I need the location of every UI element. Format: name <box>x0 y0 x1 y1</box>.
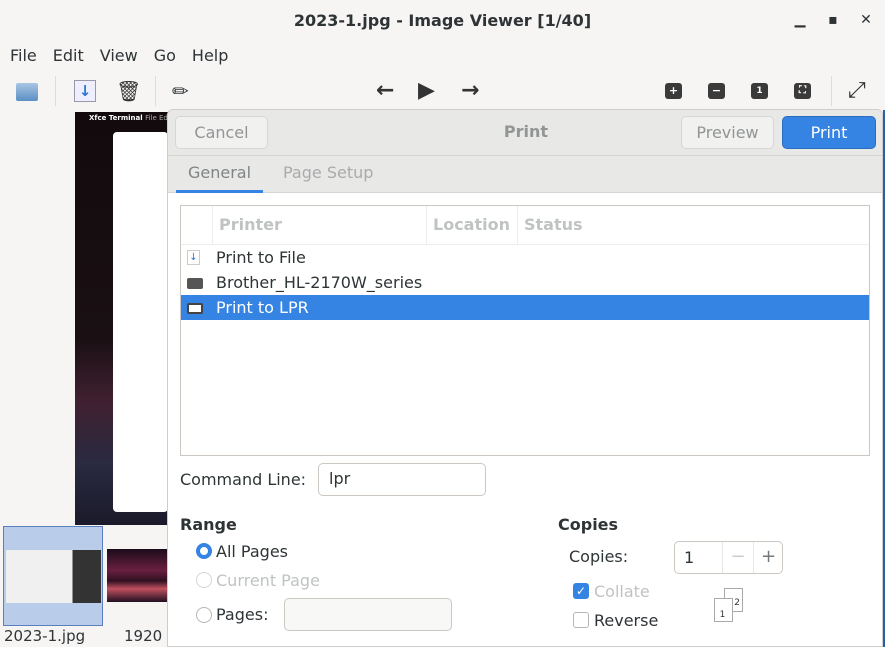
edit-pencil-icon[interactable]: ✏ <box>172 80 194 102</box>
decrement-button[interactable]: − <box>722 542 753 573</box>
printer-list: Printer Location Status ↓ Print to File … <box>180 205 870 456</box>
menu-file[interactable]: File <box>10 40 37 72</box>
copies-label: Copies: <box>569 547 629 566</box>
command-line-input[interactable]: lpr <box>318 463 486 496</box>
reverse-label: Reverse <box>594 611 659 630</box>
tab-page-setup[interactable]: Page Setup <box>271 156 385 193</box>
menubar: File Edit View Go Help <box>0 40 885 72</box>
printer-list-header: Printer Location Status <box>181 206 869 245</box>
arrow-left-icon[interactable]: ← <box>376 80 398 102</box>
print-button[interactable]: Print <box>782 116 876 149</box>
window-title: 2023-1.jpg - Image Viewer [1/40] <box>293 11 592 30</box>
close-button[interactable]: ✕ <box>858 12 874 28</box>
thumbnail-strip: 2023-1.jpg 1920 <box>0 525 168 647</box>
menu-go[interactable]: Go <box>154 40 176 72</box>
current-page-radio[interactable] <box>196 572 212 588</box>
column-status[interactable]: Status <box>517 206 869 244</box>
current-page-label: Current Page <box>216 571 320 590</box>
menu-view[interactable]: View <box>100 40 138 72</box>
pages-label: Pages: <box>216 605 269 624</box>
thumbnail[interactable] <box>107 549 168 602</box>
print-dialog: Cancel Print Preview Print General Page … <box>167 109 883 647</box>
collate-checkbox[interactable]: ✓ <box>573 583 589 599</box>
save-icon[interactable]: ↓ <box>74 80 96 102</box>
maximize-button[interactable]: ▪ <box>825 12 841 28</box>
printer-icon <box>187 278 203 289</box>
file-download-icon: ↓ <box>187 250 200 265</box>
folder-open-icon[interactable] <box>16 83 38 101</box>
thumbnail-label: 2023-1.jpg <box>4 627 86 645</box>
zoom-in-icon[interactable]: + <box>665 83 682 99</box>
printer-row[interactable]: Brother_HL-2170W_series <box>181 270 869 295</box>
copies-heading: Copies <box>558 515 619 534</box>
printer-row[interactable]: ↓ Print to File <box>181 245 869 270</box>
arrow-right-icon[interactable]: → <box>461 80 483 102</box>
copies-value[interactable]: 1 <box>684 542 694 573</box>
pages-radio[interactable] <box>196 607 212 623</box>
copies-spinner[interactable]: 1 − + <box>674 541 783 574</box>
pages-input[interactable] <box>284 598 452 631</box>
zoom-fit-icon[interactable]: ⛶ <box>794 83 811 99</box>
all-pages-radio[interactable] <box>196 543 212 559</box>
menu-help[interactable]: Help <box>192 40 228 72</box>
tab-general[interactable]: General <box>176 156 264 193</box>
tab-bar: General Page Setup <box>168 156 882 193</box>
column-printer[interactable]: Printer <box>212 206 426 244</box>
printer-icon <box>187 303 203 314</box>
all-pages-label: All Pages <box>216 542 288 561</box>
dialog-header: Cancel Print Preview Print <box>168 110 882 156</box>
image-preview: Xfce Terminal File Ed <box>75 112 168 525</box>
preview-button[interactable]: Preview <box>681 116 774 149</box>
range-heading: Range <box>180 515 237 534</box>
preview-browser-window <box>113 132 168 512</box>
preview-terminal-bar: Xfce Terminal File Ed <box>89 114 168 122</box>
zoom-100-icon[interactable]: 1 <box>751 83 768 99</box>
title-bar: 2023-1.jpg - Image Viewer [1/40] <box>0 0 885 40</box>
reverse-checkbox[interactable] <box>573 612 589 628</box>
column-location[interactable]: Location <box>426 206 517 244</box>
increment-button[interactable]: + <box>753 542 783 573</box>
fullscreen-icon[interactable]: ⤢ <box>848 80 870 102</box>
thumbnail-label: 1920 <box>124 627 163 645</box>
command-line-label: Command Line: <box>180 470 307 489</box>
cancel-button[interactable]: Cancel <box>175 116 268 149</box>
trash-icon[interactable]: 🗑 <box>116 80 141 102</box>
printer-row-selected[interactable]: Print to LPR <box>181 295 869 320</box>
play-icon[interactable]: ▶ <box>418 80 440 102</box>
collate-label: Collate <box>594 582 650 601</box>
menu-edit[interactable]: Edit <box>53 40 84 72</box>
zoom-out-icon[interactable]: − <box>708 83 725 99</box>
thumbnail-selected[interactable] <box>3 526 103 626</box>
dialog-title: Print <box>503 122 549 141</box>
minimize-button[interactable]: ▁ <box>792 12 808 28</box>
collate-page-1: 1 <box>714 598 733 622</box>
